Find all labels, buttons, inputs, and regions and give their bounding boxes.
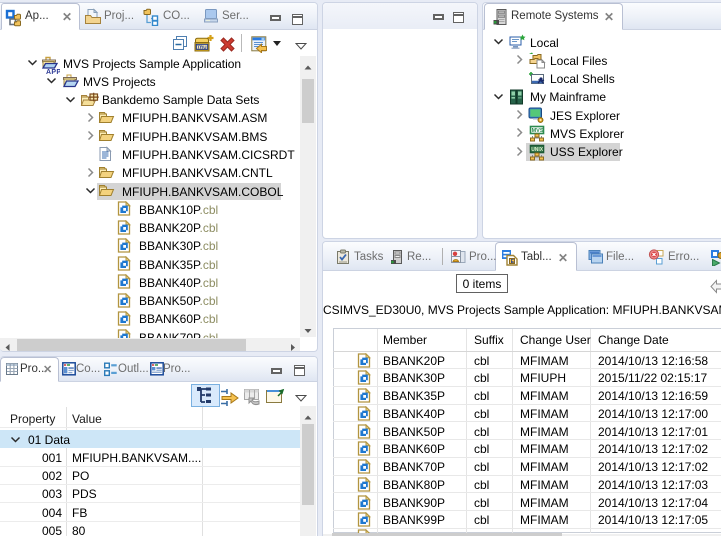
svg-text:MVS: MVS	[532, 129, 544, 135]
svg-text:UNIX: UNIX	[531, 147, 544, 153]
svg-text:TRU: TRU	[197, 45, 207, 50]
